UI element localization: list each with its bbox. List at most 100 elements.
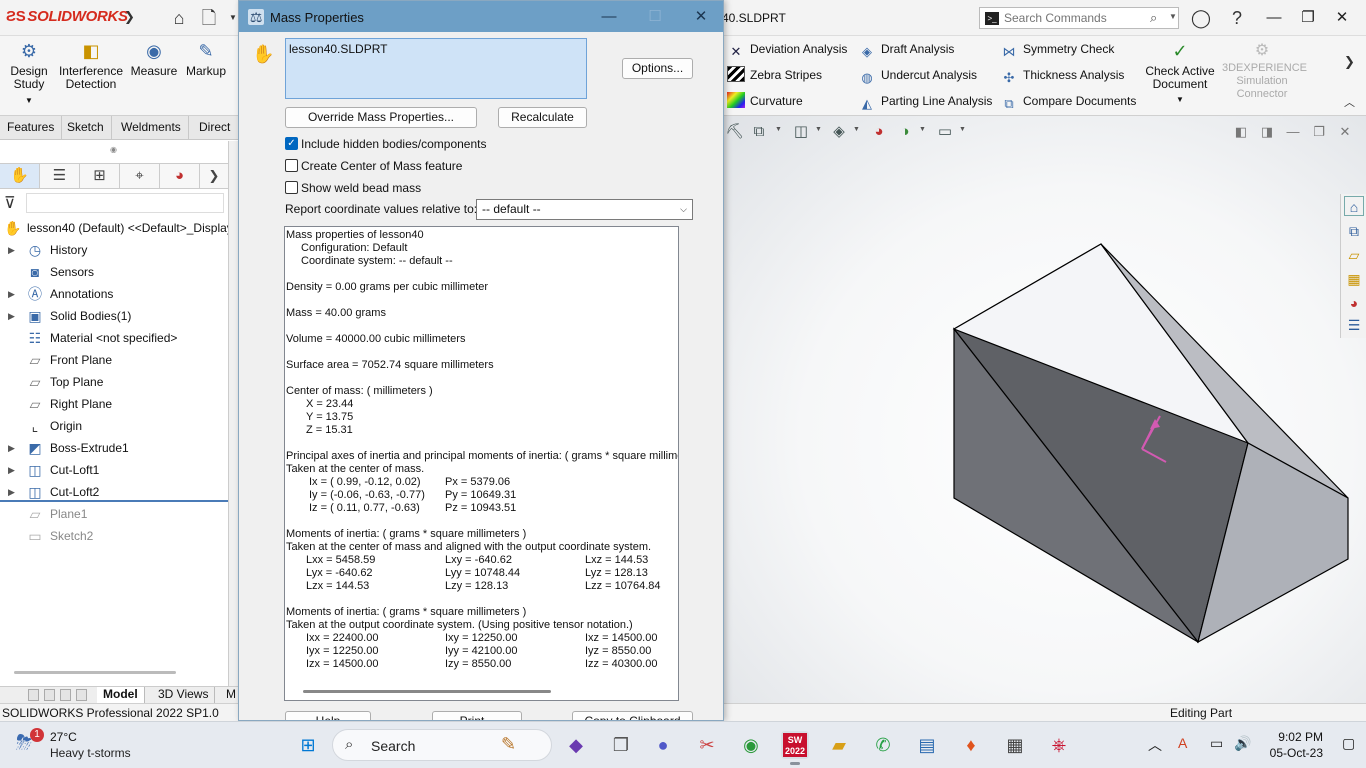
- chevron-right-icon[interactable]: ❯: [1344, 54, 1355, 70]
- copy-to-clipboard-button[interactable]: Copy to Clipboard: [572, 711, 693, 720]
- search-commands-input[interactable]: [1004, 10, 1144, 26]
- report-horizontal-scrollbar[interactable]: [303, 690, 551, 693]
- coordinate-system-select[interactable]: -- default -- ⌵: [476, 199, 693, 220]
- chevron-up-icon[interactable]: ︿: [1344, 94, 1355, 110]
- checkbox-unchecked-icon[interactable]: [285, 181, 298, 194]
- rollback-bar[interactable]: [0, 500, 228, 502]
- tab-model[interactable]: Model: [97, 687, 145, 703]
- display-manager-tab-icon[interactable]: ◕: [160, 164, 200, 188]
- compare-documents-button[interactable]: ⧉ Compare Documents: [1000, 91, 1136, 111]
- deviation-analysis-button[interactable]: ✕ Deviation Analysis: [727, 39, 848, 59]
- tree-item-material[interactable]: ☷ Material <not specified>: [0, 327, 228, 349]
- chrome-icon[interactable]: ◉: [737, 731, 765, 759]
- first-tab-arrow-icon[interactable]: [28, 689, 39, 701]
- show-weld-bead-mass-checkbox[interactable]: Show weld bead mass: [285, 180, 445, 196]
- tree-item-top-plane[interactable]: ▱ Top Plane: [0, 371, 228, 393]
- markup-button[interactable]: ✎ Markup: [182, 40, 230, 78]
- clock-time[interactable]: 9:02 PM: [1267, 730, 1323, 744]
- restore-button[interactable]: ❐: [1296, 7, 1320, 29]
- chevron-down-icon[interactable]: ▼: [1169, 12, 1177, 21]
- checkbox-unchecked-icon[interactable]: [285, 159, 298, 172]
- acrobat-icon[interactable]: ⎈: [1045, 731, 1073, 759]
- tree-root[interactable]: ✋ lesson40 (Default) <<Default>_Display: [0, 217, 228, 239]
- checkbox-checked-icon[interactable]: ✓: [285, 137, 298, 150]
- mass-properties-report[interactable]: Mass properties of lesson40 Configuratio…: [284, 226, 679, 701]
- thickness-analysis-button[interactable]: ✣ Thickness Analysis: [1000, 65, 1125, 85]
- include-hidden-checkbox[interactable]: ✓ Include hidden bodies/components: [285, 136, 505, 152]
- windows-start-icon[interactable]: ⊞: [294, 731, 322, 759]
- tab-sketch[interactable]: Sketch: [60, 116, 112, 140]
- tab-weldments[interactable]: Weldments: [114, 116, 189, 140]
- curvature-button[interactable]: Curvature: [727, 91, 803, 111]
- solidworks-taskbar-icon[interactable]: SW 2022: [781, 731, 809, 759]
- panel-grip-icon[interactable]: ◉: [110, 145, 117, 154]
- prev-tab-arrow-icon[interactable]: [44, 689, 55, 701]
- feature-tree-tab-icon[interactable]: ✋: [0, 164, 40, 188]
- undercut-analysis-button[interactable]: ◍ Undercut Analysis: [858, 65, 977, 85]
- override-mass-properties-button[interactable]: Override Mass Properties...: [285, 107, 477, 128]
- filter-icon[interactable]: ⊽: [4, 193, 16, 213]
- calculator-icon[interactable]: ▦: [1001, 731, 1029, 759]
- tree-item-sensors[interactable]: ◙ Sensors: [0, 261, 228, 283]
- part-model-3d[interactable]: [723, 116, 1366, 703]
- notepad-icon[interactable]: ▤: [913, 731, 941, 759]
- last-tab-arrow-icon[interactable]: [76, 689, 87, 701]
- brave-icon[interactable]: ♦: [957, 731, 985, 759]
- chevron-down-icon[interactable]: ⌵: [680, 200, 687, 219]
- weather-description[interactable]: Heavy t-storms: [50, 746, 131, 760]
- tree-item-right-plane[interactable]: ▱ Right Plane: [0, 393, 228, 415]
- create-center-of-mass-checkbox[interactable]: Create Center of Mass feature: [285, 158, 485, 174]
- tab-3d-views[interactable]: 3D Views: [152, 687, 216, 703]
- tree-item-annotations[interactable]: ▶ Ⓐ Annotations: [0, 283, 228, 305]
- check-active-document-button[interactable]: ✓ Check Active Document ▼: [1144, 40, 1216, 106]
- volume-icon[interactable]: 🔊: [1234, 735, 1251, 752]
- tab-direct-edit[interactable]: Direct E: [192, 116, 238, 157]
- design-study-button[interactable]: ⚙ Design Study ▼: [6, 40, 52, 107]
- language-icon[interactable]: A: [1178, 735, 1187, 751]
- task-view-icon[interactable]: ❐: [607, 731, 635, 759]
- tab-features[interactable]: Features: [0, 116, 63, 140]
- expand-arrow-icon[interactable]: ▶: [8, 437, 15, 459]
- draft-analysis-button[interactable]: ◈ Draft Analysis: [858, 39, 954, 59]
- dimxpert-tab-icon[interactable]: ⌖: [120, 164, 160, 188]
- user-icon[interactable]: ◯: [1190, 7, 1212, 29]
- file-explorer-icon[interactable]: ▰: [825, 731, 853, 759]
- dialog-title-bar[interactable]: ⚖ Mass Properties — ☐ ✕: [239, 1, 723, 32]
- tree-item-solid-bodies[interactable]: ▶ ▣ Solid Bodies(1): [0, 305, 228, 327]
- expand-arrow-icon[interactable]: ▶: [8, 459, 15, 481]
- tree-item-front-plane[interactable]: ▱ Front Plane: [0, 349, 228, 371]
- interference-detection-button[interactable]: ◧ Interference Detection: [58, 40, 124, 91]
- minimize-button[interactable]: —: [1262, 7, 1286, 29]
- chevron-right-icon[interactable]: ❯: [200, 164, 228, 188]
- home-icon[interactable]: ⌂: [168, 7, 190, 29]
- view-palette-icon[interactable]: ▦: [1344, 268, 1364, 288]
- solidworks-resources-icon[interactable]: ⌂: [1344, 196, 1364, 216]
- print-button[interactable]: Print...: [432, 711, 522, 720]
- measure-button[interactable]: ◉ Measure: [128, 40, 180, 78]
- appearances-icon[interactable]: ◕: [1344, 292, 1364, 312]
- options-button[interactable]: Options...: [622, 58, 693, 79]
- selected-items-list[interactable]: lesson40.SLDPRT: [285, 38, 587, 99]
- tree-item-boss-extrude1[interactable]: ▶ ◩ Boss-Extrude1: [0, 437, 228, 459]
- chevron-down-icon[interactable]: ▼: [6, 94, 52, 107]
- search-icon[interactable]: ⌕: [1150, 10, 1157, 26]
- search-commands[interactable]: >_ ⌕ ▼: [979, 7, 1179, 29]
- taskbar-search[interactable]: ⌕ Search ✎: [332, 729, 552, 761]
- tree-item-history[interactable]: ▶ ◷ History: [0, 239, 228, 261]
- file-explorer-icon[interactable]: ▱: [1344, 244, 1364, 264]
- close-button[interactable]: ✕: [1330, 7, 1354, 29]
- solidworks-logo[interactable]: ƧS SOLIDWORKS: [6, 8, 128, 25]
- tree-item-plane1[interactable]: ▱ Plane1: [0, 503, 228, 525]
- new-document-icon[interactable]: 🗋: [198, 7, 220, 29]
- chevron-up-icon[interactable]: ︿: [1148, 735, 1162, 755]
- horizontal-scrollbar[interactable]: [14, 671, 176, 674]
- tree-item-sketch2[interactable]: ▭ Sketch2: [0, 525, 228, 547]
- custom-properties-icon[interactable]: ☰: [1344, 314, 1364, 334]
- chevron-down-icon[interactable]: ▼: [1144, 93, 1216, 106]
- snipping-tool-icon[interactable]: ✂: [693, 731, 721, 759]
- recalculate-button[interactable]: Recalculate: [498, 107, 587, 128]
- property-manager-tab-icon[interactable]: ☰: [40, 164, 80, 188]
- dialog-minimize-button[interactable]: —: [597, 6, 621, 28]
- feature-filter-input[interactable]: [26, 193, 224, 213]
- help-button[interactable]: Help: [285, 711, 371, 720]
